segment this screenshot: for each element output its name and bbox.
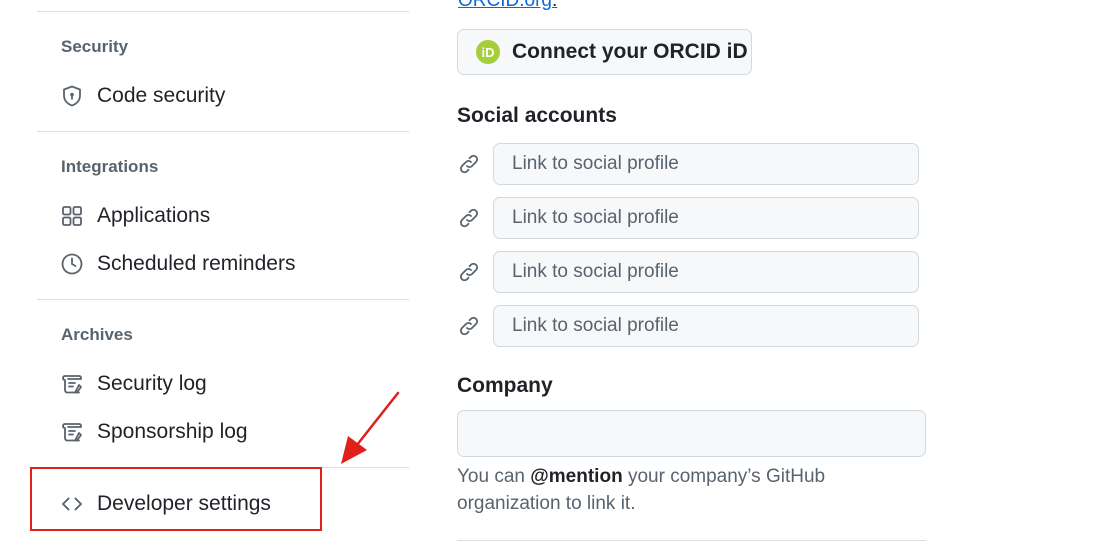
sidebar-heading-archives: Archives	[61, 325, 133, 344]
company-heading: Company	[457, 374, 553, 397]
sidebar-heading-security: Security	[61, 37, 129, 56]
orcid-link-text[interactable]: ORCID.org	[458, 0, 552, 11]
link-icon	[457, 206, 481, 230]
link-icon	[457, 260, 481, 284]
company-help-text: You can @mention your company’s GitHub o…	[457, 463, 927, 517]
link-icon	[457, 314, 481, 338]
social-profile-input[interactable]	[493, 143, 919, 185]
social-row	[457, 197, 919, 239]
social-row	[457, 305, 919, 347]
annotation-highlight-box	[30, 467, 322, 531]
connect-orcid-label: Connect your ORCID iD	[512, 40, 748, 63]
orcid-link[interactable]: ORCID.org.	[458, 0, 557, 12]
log-icon	[60, 372, 84, 396]
annotation-arrow-icon	[341, 391, 400, 464]
company-input[interactable]	[457, 410, 926, 457]
apps-icon	[60, 204, 84, 228]
social-profile-input[interactable]	[493, 251, 919, 293]
sidebar-divider	[37, 131, 409, 132]
sidebar-item-label: Applications	[97, 204, 211, 227]
help-mention: @mention	[530, 466, 623, 487]
sidebar-item-label: Code security	[97, 84, 226, 107]
link-icon	[457, 152, 481, 176]
social-row	[457, 251, 919, 293]
section-divider	[457, 540, 926, 541]
sidebar-item-security-log[interactable]: Security log	[60, 368, 207, 400]
sidebar-item-sponsorship-log[interactable]: Sponsorship log	[60, 416, 248, 448]
sidebar-item-applications[interactable]: Applications	[60, 200, 210, 232]
connect-orcid-button[interactable]: iD Connect your ORCID iD	[457, 29, 752, 75]
sidebar-divider	[37, 11, 409, 12]
social-profile-input[interactable]	[493, 305, 919, 347]
help-prefix: You can	[457, 466, 531, 487]
social-row	[457, 143, 919, 185]
social-accounts-heading: Social accounts	[457, 104, 617, 127]
orcid-icon: iD	[476, 40, 500, 64]
social-profile-input[interactable]	[493, 197, 919, 239]
sidebar-divider	[37, 299, 409, 300]
sidebar-heading-integrations: Integrations	[61, 157, 159, 176]
shield-lock-icon	[60, 84, 84, 108]
orcid-link-suffix: .	[551, 0, 558, 11]
log-icon	[60, 420, 84, 444]
sidebar-item-scheduled-reminders[interactable]: Scheduled reminders	[60, 248, 295, 280]
sidebar-item-label: Sponsorship log	[97, 420, 248, 443]
sidebar-item-label: Security log	[97, 372, 207, 395]
sidebar-item-code-security[interactable]: Code security	[60, 80, 225, 112]
clock-icon	[60, 252, 84, 276]
sidebar-item-label: Scheduled reminders	[97, 252, 296, 275]
